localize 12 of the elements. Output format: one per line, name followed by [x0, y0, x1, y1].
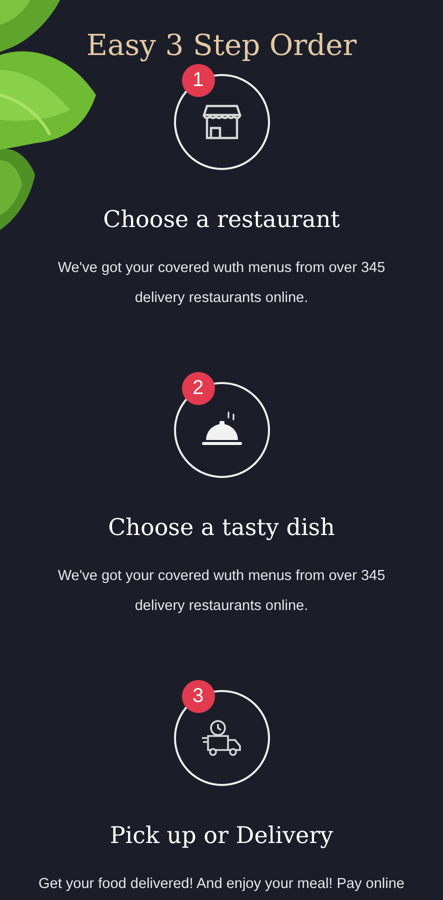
step-description: We've got your covered wuth menus from over 345 delivery restaurants online.	[56, 567, 386, 616]
step-description: We've got your covered wuth menus from over 345 delivery restaurants online.	[56, 259, 386, 308]
step-number-badge: 3	[182, 680, 214, 713]
step-heading: Choose a restaurant	[103, 206, 340, 235]
store-icon	[202, 104, 242, 140]
step-heading: Pick up or Delivery	[110, 822, 334, 851]
step-number-badge: 1	[182, 64, 214, 97]
page-title: Easy 3 Step Order	[85, 27, 358, 64]
step-description: Get your food delivered! And enjoy your meal! Pay online	[38, 875, 406, 894]
step-heading: Choose a tasty dish	[108, 514, 335, 543]
delivery-truck-icon	[200, 718, 244, 758]
step-number-badge: 2	[182, 372, 214, 405]
